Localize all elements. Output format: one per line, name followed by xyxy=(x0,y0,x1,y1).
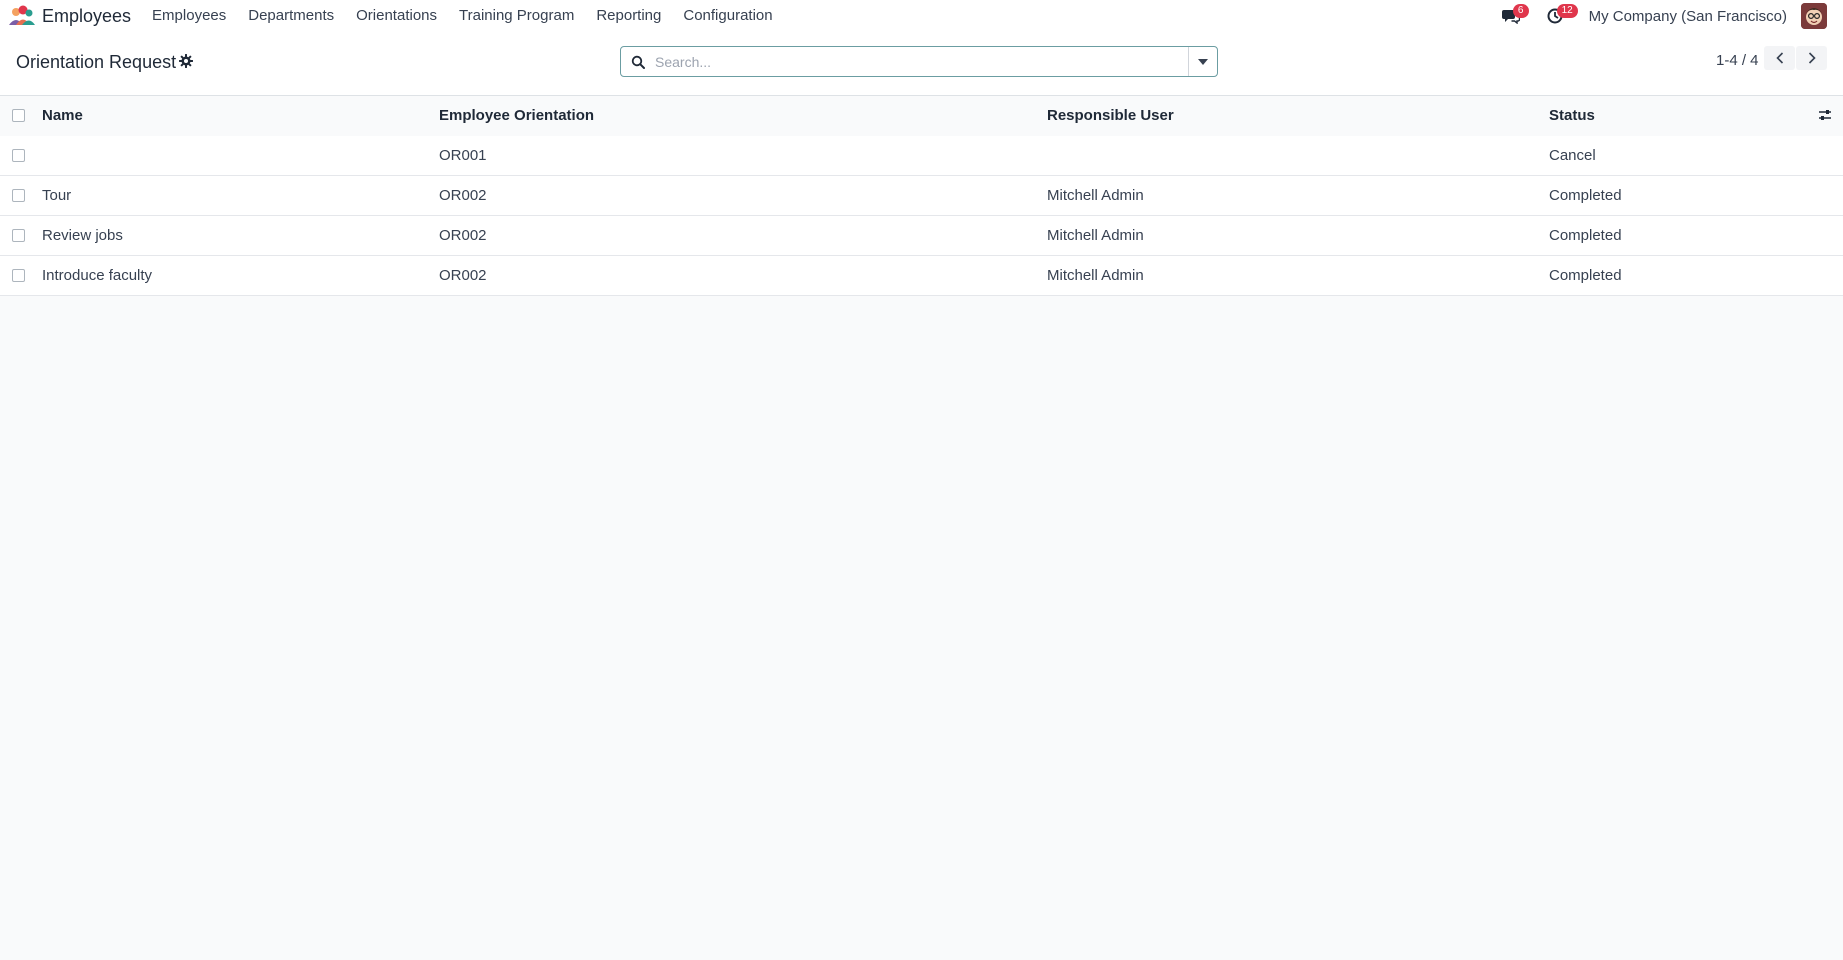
cell-name: Introduce faculty xyxy=(42,267,153,284)
column-header-responsible-user[interactable]: Responsible User xyxy=(1047,96,1174,136)
cell-status: Completed xyxy=(1549,187,1622,204)
cell-responsible-user: Mitchell Admin xyxy=(1047,267,1144,284)
cell-orientation: OR002 xyxy=(439,227,487,244)
gear-icon[interactable] xyxy=(179,54,193,72)
company-switcher[interactable]: My Company (San Francisco) xyxy=(1589,8,1787,25)
chevron-left-icon xyxy=(1775,52,1783,64)
navbar-systray: 6 12 My Company (San Francisco) xyxy=(1497,0,1843,32)
cell-name: Tour xyxy=(42,187,72,204)
table-row[interactable]: Tour OR002 Mitchell Admin Completed xyxy=(0,176,1843,216)
orientation-list: Name Employee Orientation Responsible Us… xyxy=(0,96,1843,296)
employees-app-icon xyxy=(8,5,36,27)
cell-status: Completed xyxy=(1549,227,1622,244)
table-row[interactable]: OR001 Cancel xyxy=(0,136,1843,176)
column-header-orientation[interactable]: Employee Orientation xyxy=(439,96,594,136)
app-name: Employees xyxy=(42,5,132,26)
caret-down-icon xyxy=(1198,58,1208,65)
messages-badge: 6 xyxy=(1512,4,1529,18)
optional-columns-icon[interactable] xyxy=(1818,108,1832,126)
row-checkbox[interactable] xyxy=(12,149,25,162)
pager-next-button[interactable] xyxy=(1796,46,1827,70)
menu-configuration[interactable]: Configuration xyxy=(672,0,783,32)
main-menu: Employees Departments Orientations Train… xyxy=(141,0,784,32)
table-row[interactable]: Introduce faculty OR002 Mitchell Admin C… xyxy=(0,256,1843,296)
page-title: Orientation Request xyxy=(16,52,177,72)
table-row[interactable]: Review jobs OR002 Mitchell Admin Complet… xyxy=(0,216,1843,256)
row-checkbox[interactable] xyxy=(12,269,25,282)
cell-status: Cancel xyxy=(1549,147,1596,164)
cell-orientation: OR002 xyxy=(439,267,487,284)
search-icon xyxy=(631,55,645,69)
cell-responsible-user: Mitchell Admin xyxy=(1047,227,1144,244)
column-header-name[interactable]: Name xyxy=(42,96,83,136)
cell-name: Review jobs xyxy=(42,227,123,244)
column-header-status[interactable]: Status xyxy=(1549,96,1595,136)
top-navbar: Employees Employees Departments Orientat… xyxy=(0,0,1843,32)
menu-orientations[interactable]: Orientations xyxy=(345,0,448,32)
cell-responsible-user: Mitchell Admin xyxy=(1047,187,1144,204)
messages-button[interactable]: 6 xyxy=(1497,2,1529,30)
cell-orientation: OR001 xyxy=(439,147,487,164)
activities-button[interactable]: 12 xyxy=(1541,2,1578,30)
cell-status: Completed xyxy=(1549,267,1622,284)
row-checkbox[interactable] xyxy=(12,229,25,242)
menu-departments[interactable]: Departments xyxy=(237,0,345,32)
pager-previous-button[interactable] xyxy=(1764,46,1795,70)
search-input[interactable] xyxy=(653,47,1188,76)
menu-employees[interactable]: Employees xyxy=(141,0,237,32)
row-checkbox[interactable] xyxy=(12,189,25,202)
app-brand[interactable]: Employees xyxy=(8,0,131,32)
select-all-checkbox[interactable] xyxy=(12,109,25,122)
search-options-toggle[interactable] xyxy=(1188,47,1217,76)
user-avatar[interactable] xyxy=(1801,3,1827,29)
table-header: Name Employee Orientation Responsible Us… xyxy=(0,96,1843,136)
activities-badge: 12 xyxy=(1556,4,1578,18)
chevron-right-icon xyxy=(1808,52,1816,64)
menu-reporting[interactable]: Reporting xyxy=(585,0,672,32)
pager-value[interactable]: 1-4 / 4 xyxy=(1716,52,1759,69)
cell-orientation: OR002 xyxy=(439,187,487,204)
control-panel: Orientation Request 1-4 / 4 xyxy=(0,32,1843,96)
menu-training-program[interactable]: Training Program xyxy=(448,0,585,32)
search-bar xyxy=(620,46,1218,77)
